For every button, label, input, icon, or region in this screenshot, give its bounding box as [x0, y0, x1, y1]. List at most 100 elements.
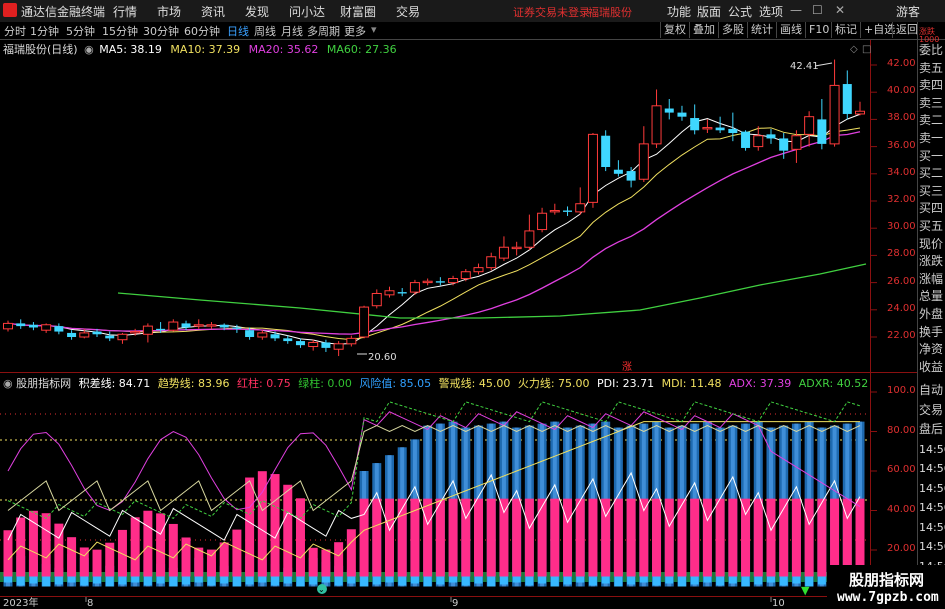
sidebar-item[interactable]: 买三 — [919, 184, 945, 198]
btn-tongji[interactable]: 统计 — [747, 22, 776, 38]
down-arrow-icon: ▼ — [801, 584, 810, 597]
menu-jiaoyi[interactable]: 交易 — [396, 3, 420, 20]
indicator-name[interactable]: 股朋指标网 — [16, 377, 71, 390]
menu-caifuquan[interactable]: 财富圈 — [340, 3, 376, 20]
period-month[interactable]: 月线 — [281, 23, 303, 39]
cyan-bar — [143, 576, 152, 586]
red-bar — [130, 517, 140, 577]
menu-gongneng[interactable]: 功能 — [667, 3, 691, 20]
btn-back[interactable]: 返回 — [892, 22, 921, 38]
btn-diejia[interactable]: 叠加 — [689, 22, 718, 38]
btn-huaxian[interactable]: 画线 — [776, 22, 805, 38]
sidebar-bottom-item[interactable]: 自动 — [919, 384, 945, 397]
red-bar — [346, 529, 356, 577]
minimize-icon[interactable]: — — [790, 3, 802, 17]
sidebar-item[interactable]: 卖五 — [919, 61, 945, 75]
sidebar-item[interactable]: 总量 — [919, 290, 945, 303]
btn-duogu[interactable]: 多股 — [718, 22, 747, 38]
candle-body — [142, 325, 153, 335]
sidebar-item[interactable]: 买二 — [919, 167, 945, 180]
sidebar-item[interactable]: 卖一 — [919, 132, 945, 145]
sidebar-bottom-item[interactable]: 14:56 — [919, 540, 945, 553]
menu-faxian[interactable]: 发现 — [245, 3, 269, 20]
menu-shichang[interactable]: 市场 — [157, 3, 181, 20]
sidebar-item[interactable]: 买一 — [919, 149, 945, 163]
sidebar-item[interactable]: 涨跌 — [919, 255, 945, 268]
candle-body — [3, 322, 13, 330]
sidebar-bottom-item[interactable]: 盘后 — [919, 423, 945, 436]
sidebar-bottom-item[interactable]: 14:56 — [919, 462, 945, 475]
red-bar — [372, 498, 382, 577]
risk-bar — [588, 423, 598, 587]
menu-zixun[interactable]: 资讯 — [201, 3, 225, 20]
menu-gongshi[interactable]: 公式 — [728, 3, 752, 20]
indicator-value: PDI: 23.71 — [597, 377, 655, 390]
menu-banmian[interactable]: 版面 — [697, 3, 721, 20]
settings-circle-icon[interactable]: ◉ — [84, 43, 94, 56]
red-bar — [741, 498, 751, 577]
candle-body — [804, 116, 815, 135]
chevron-down-icon[interactable]: ▾ — [371, 23, 377, 36]
risk-bar-inner — [501, 421, 506, 587]
settings-circle-icon[interactable]: ◉ — [3, 377, 13, 390]
btn-f10[interactable]: F10 — [805, 22, 832, 38]
candle-body — [537, 212, 548, 231]
risk-bar — [817, 427, 827, 587]
sidebar-item[interactable]: 净资 — [919, 343, 945, 356]
period-multi[interactable]: 多周期 — [307, 23, 340, 39]
risk-bar-inner — [540, 423, 545, 587]
period-day[interactable]: 日线 — [227, 23, 249, 39]
risk-bar — [117, 569, 127, 587]
sidebar-bottom-item[interactable]: 14:56 — [919, 443, 945, 456]
sidebar-bottom-item[interactable]: 14:56 — [919, 521, 945, 534]
indicator-value: 积差线: 84.71 — [78, 377, 151, 390]
login-stock: 福瑞股份 — [588, 6, 632, 19]
sidebar-item[interactable]: 收益 — [919, 360, 945, 374]
menu-xuanxiang[interactable]: 选项 — [759, 3, 783, 20]
period-more[interactable]: 更多 — [344, 23, 366, 39]
sidebar-item[interactable]: 买五 — [919, 220, 945, 233]
risk-bar-inner — [679, 425, 684, 587]
period-1min[interactable]: 1分钟 — [30, 23, 59, 39]
menu-hangqing[interactable]: 行情 — [113, 3, 137, 20]
sidebar-item[interactable]: 卖三 — [919, 96, 945, 110]
period-30min[interactable]: 30分钟 — [143, 23, 179, 39]
btn-fuquan[interactable]: 复权 — [660, 22, 689, 38]
risk-bar-inner — [858, 421, 862, 587]
risk-bar-inner — [565, 427, 570, 587]
close-icon[interactable]: ✕ — [835, 3, 845, 17]
sidebar-bottom-item[interactable]: 交易 — [919, 403, 945, 417]
stock-title[interactable]: 福瑞股份(日线) — [3, 43, 78, 56]
risk-bar — [664, 427, 674, 587]
btn-biaoji[interactable]: 标记 — [831, 22, 860, 38]
sidebar-bottom-item[interactable]: 14:56 — [919, 482, 945, 495]
period-5min[interactable]: 5分钟 — [66, 23, 95, 39]
sidebar-item[interactable]: 现价 — [919, 237, 945, 251]
risk-bar-inner — [31, 559, 36, 587]
sidebar-item[interactable]: 买四 — [919, 202, 945, 215]
red-bar — [575, 498, 585, 577]
cyan-bar — [67, 576, 76, 583]
candle-body — [397, 292, 407, 294]
sidebar-bottom-item[interactable]: 14:56 — [919, 501, 945, 514]
sidebar-item[interactable]: 卖二 — [919, 114, 945, 127]
sidebar-item[interactable]: 委比 — [919, 44, 945, 57]
red-bar — [79, 547, 89, 577]
cyan-bar — [156, 576, 165, 584]
sidebar-item[interactable]: 涨幅 — [919, 272, 945, 286]
sidebar-item[interactable]: 外盘 — [919, 308, 945, 321]
sidebar-item[interactable]: 换手 — [919, 325, 945, 339]
period-week[interactable]: 周线 — [254, 23, 276, 39]
sidebar-item[interactable]: 卖四 — [919, 79, 945, 92]
menu-wenxiaoda[interactable]: 问小达 — [289, 3, 325, 20]
candle-body — [575, 203, 586, 213]
guest-label[interactable]: 游客 — [896, 3, 920, 20]
risk-bar-inner — [95, 561, 100, 587]
candle-body — [346, 337, 357, 345]
period-60min[interactable]: 60分钟 — [184, 23, 220, 39]
period-fenshi[interactable]: 分时 — [4, 23, 26, 39]
login-status[interactable]: 证券交易未登录 — [513, 4, 590, 20]
period-15min[interactable]: 15分钟 — [102, 23, 138, 39]
cyan-bar — [194, 576, 203, 583]
maximize-icon[interactable]: ☐ — [812, 3, 823, 17]
